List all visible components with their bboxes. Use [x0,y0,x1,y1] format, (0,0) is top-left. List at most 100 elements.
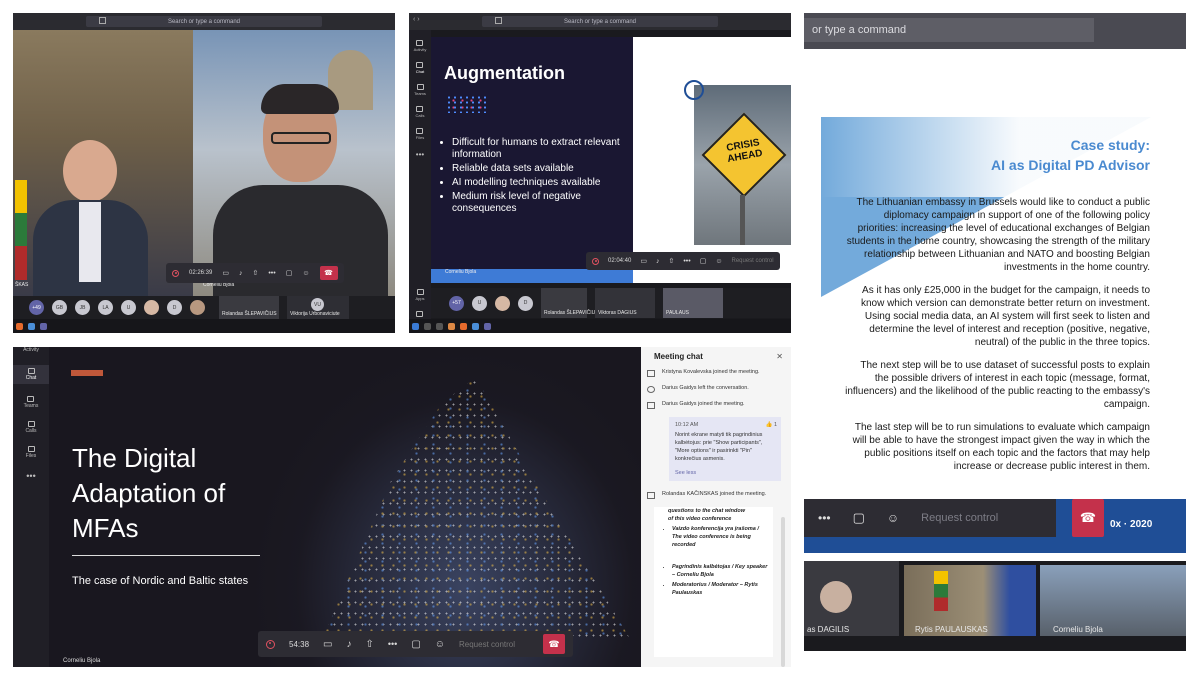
app-icon[interactable] [472,322,479,330]
chat-icon[interactable]: ▢ [853,510,865,526]
app-icon[interactable] [28,322,35,330]
chat-icon[interactable]: ▢ [700,257,707,265]
participant-photo[interactable] [190,300,205,315]
participant-avatar[interactable]: U [472,295,487,311]
more-options-icon[interactable]: ••• [388,639,397,649]
share-icon[interactable]: ⇧ [365,639,373,650]
windows-icon[interactable] [412,322,419,330]
share-icon[interactable]: ⇧ [668,257,674,265]
rail-files[interactable]: Files [26,446,36,459]
participant-tile[interactable]: as DAGILIS [804,561,899,636]
app-icon[interactable] [448,322,455,330]
participant-avatar[interactable]: +49 [29,300,44,315]
participant-avatar[interactable]: D [518,295,533,311]
request-control-button[interactable]: Request control [921,512,998,524]
round-logo [684,80,704,100]
more-options-icon[interactable]: ••• [818,511,831,525]
rail-chat[interactable]: Chat [13,365,49,384]
camera-icon[interactable]: ▭ [222,269,229,277]
mic-icon[interactable]: ♪ [239,270,243,277]
participants-icon[interactable]: ☺ [302,270,309,277]
rail-activity[interactable]: Activity [414,40,426,52]
rail-calls[interactable]: Calls [415,106,425,118]
slide-dots-graphic [446,95,486,113]
participant-avatar[interactable]: JB [75,300,90,315]
title-slide: The Digital Adaptation of MFAs The case … [49,347,641,667]
app-icon[interactable] [436,322,443,330]
participant-avatar[interactable]: GB [52,300,67,315]
participant-photo[interactable] [144,300,159,315]
chat-header: Meeting chat ✕ [641,347,791,365]
rail-more[interactable]: ••• [416,150,424,159]
presenter-name: Corneliu Bjola [63,658,101,664]
rail-label: Calls [415,113,425,118]
participants-icon[interactable]: ☺ [435,639,445,650]
record-icon [592,257,599,265]
panel-bottom-presentation: Activity Chat Teams Calls Files ••• The … [13,347,791,667]
request-control-button[interactable]: Request control [459,640,529,649]
record-icon [172,269,179,277]
firefox-icon[interactable] [16,322,23,330]
teams-icon[interactable] [484,322,491,330]
participant-photo[interactable] [495,295,510,311]
back-arrow-icon[interactable]: ‹ › [413,16,420,23]
participant-tile[interactable]: Rolandas ŠLEPAVIČIUS [219,296,279,319]
rail-chat[interactable]: Chat [416,62,424,74]
record-icon [266,639,275,649]
hang-up-button[interactable]: ☎ [1072,499,1104,537]
chat-icon[interactable]: ▢ [286,269,293,277]
phone-icon [27,421,35,427]
note-item: Vaizdo konferencija yra įrašoma / The vi… [672,525,769,549]
slide-bullet: Medium risk level of negative consequenc… [452,191,642,215]
chat-event-text: Kristyna Kovalevska joined the meeting. [662,369,760,375]
chat-message[interactable]: 10:12 AM 👍 1 Norint ekrane matyti tik pa… [669,417,781,481]
participant-tile[interactable]: VU Viktorija Urbonaviciute [287,296,349,319]
hang-up-button[interactable]: ☎ [543,634,565,654]
participant-avatar[interactable]: D [167,300,182,315]
participant-tile[interactable]: Rytis PAULAUSKAS [904,565,1036,636]
participant-tile[interactable]: PAULAUS [663,288,723,318]
rail-teams[interactable]: Teams [24,396,38,409]
camera-icon[interactable]: ▭ [640,257,647,265]
camera-off-icon[interactable]: ▭ [323,639,332,650]
rail-activity[interactable]: Activity [23,347,39,353]
case-study-heading: Case study: [1070,137,1150,153]
search-input[interactable]: or type a command [804,18,1094,42]
participant-name: Corneliu Bjola [1053,625,1103,634]
search-input[interactable]: Search or type a command [481,16,719,27]
mic-off-icon[interactable]: ♪ [346,639,351,650]
slide-footer-text: 0x · 2020 [1110,519,1153,530]
teams-icon[interactable] [40,322,47,330]
more-options-icon[interactable]: ••• [683,258,690,265]
participants-icon[interactable]: ☺ [887,511,899,525]
close-icon[interactable]: ✕ [776,352,783,361]
request-control-button[interactable]: Request control [732,258,774,264]
rail-apps[interactable]: Apps [415,289,425,301]
participant-avatar[interactable]: LA [98,300,113,315]
participant-avatar[interactable]: +57 [449,295,464,311]
firefox-icon[interactable] [460,322,467,330]
hang-up-button[interactable]: ☎ [319,266,338,280]
chat-event: Rolandas KAČINSKAS joined the meeting. [641,487,791,503]
mic-icon[interactable]: ♪ [656,258,660,265]
compose-icon[interactable] [99,17,106,24]
slide-title: Augmentation [444,63,565,83]
rail-more[interactable]: ••• [26,471,35,481]
participant-tile[interactable]: Corneliu Bjola [1040,565,1186,636]
participant-avatar[interactable]: U [121,300,136,315]
rail-files[interactable]: Files [416,128,424,140]
search-input[interactable]: Search or type a command [85,16,323,27]
compose-icon[interactable] [495,17,502,24]
search-icon[interactable] [424,322,431,330]
participants-icon[interactable]: ☺ [715,258,722,265]
chat-scrollbar[interactable] [781,517,785,667]
rail-teams[interactable]: Teams [414,84,426,96]
participant-tile[interactable]: Viktoras DAGIUS [595,288,655,318]
chat-icon[interactable]: ▢ [411,639,420,650]
participant-tile[interactable]: Rolandas ŠLEPAVIČIUS [541,288,599,318]
more-options-icon[interactable]: ••• [268,270,275,277]
see-less-link[interactable]: See less [675,469,775,477]
message-reaction[interactable]: 👍 1 [766,421,777,429]
rail-calls[interactable]: Calls [25,421,37,434]
share-icon[interactable]: ⇧ [252,269,258,277]
